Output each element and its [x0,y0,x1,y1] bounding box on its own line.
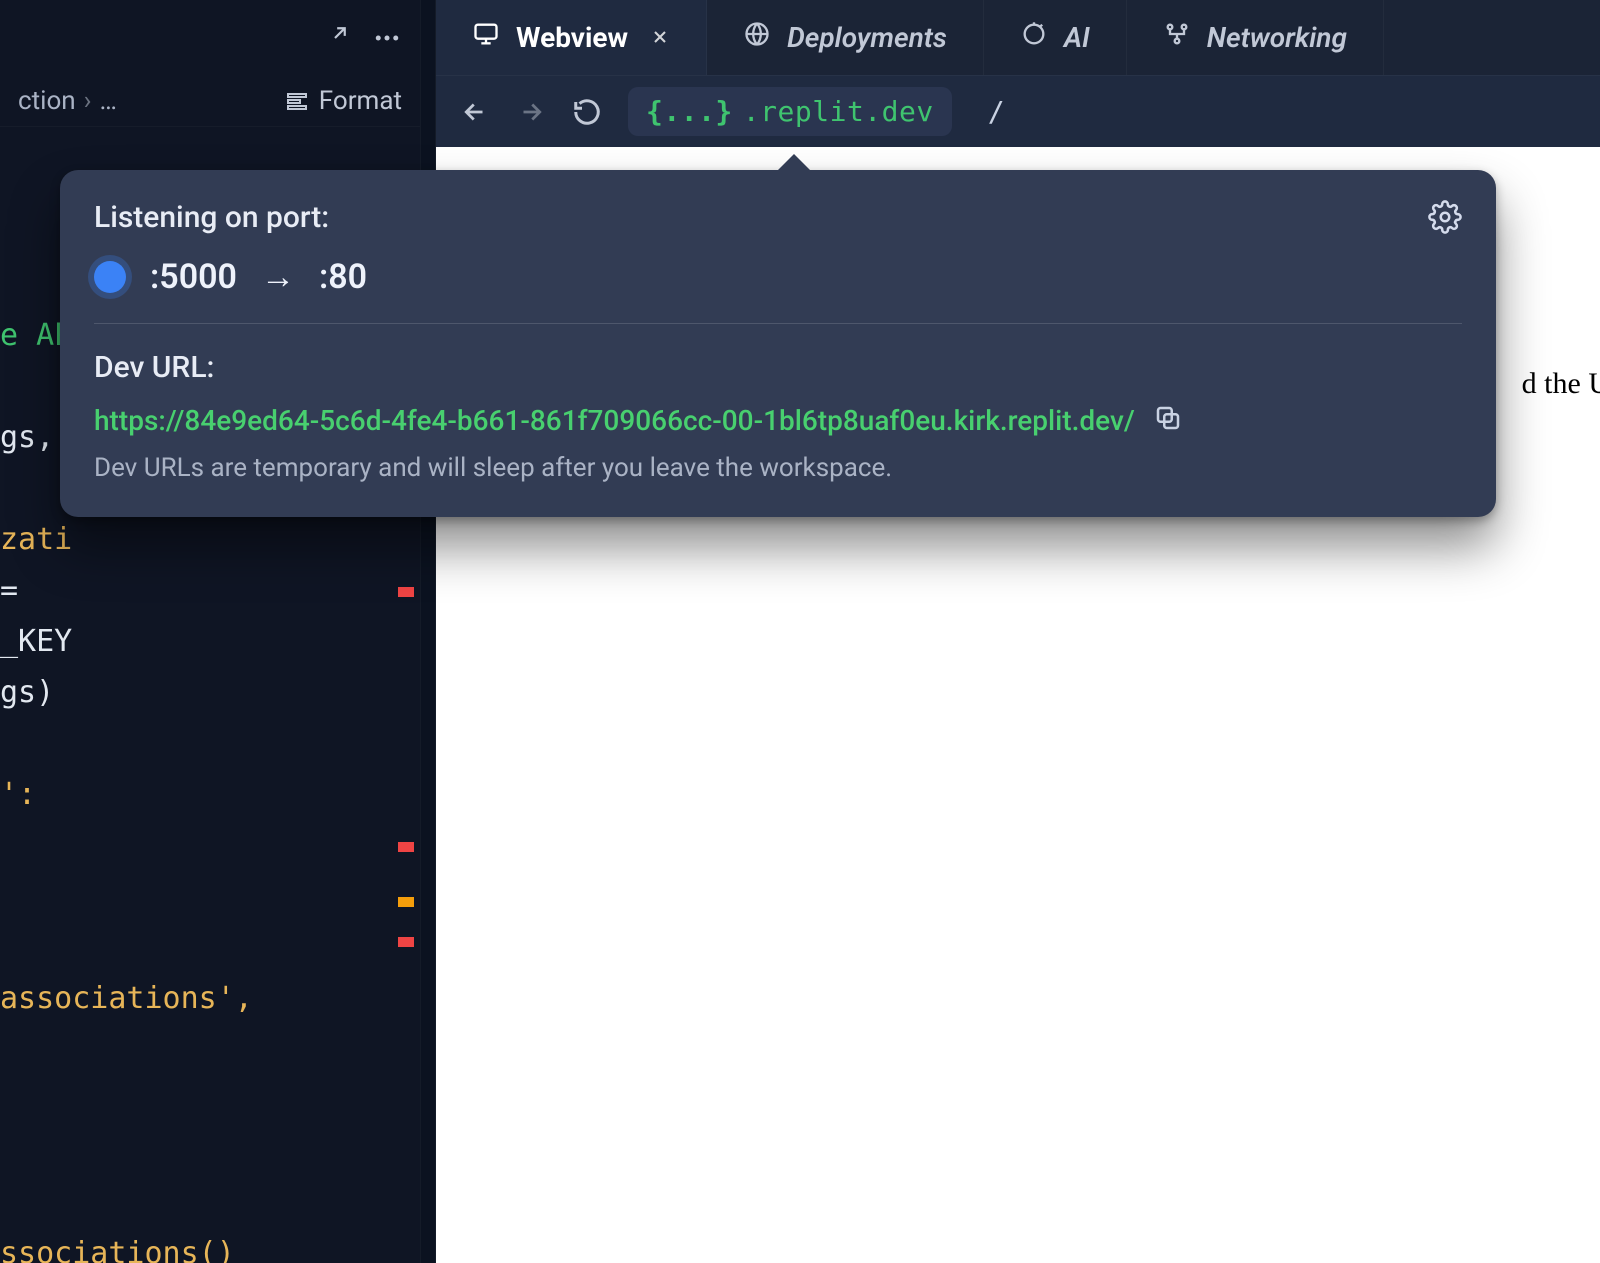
tab-deployments[interactable]: Deployments [707,0,984,75]
globe-icon [743,20,771,55]
format-button[interactable]: Format [285,86,402,116]
expand-icon[interactable] [322,25,348,51]
popover-note: Dev URLs are temporary and will sleep af… [94,453,1462,483]
url-path[interactable]: / [988,95,1005,128]
code-line: = [0,565,420,616]
tab-label: Networking [1207,21,1347,54]
dev-url-link[interactable]: https://84e9ed64-5c6d-4fe4-b661-861f7090… [94,404,1135,437]
tab-ai[interactable]: AI [984,0,1127,75]
code-line [0,922,420,973]
popover-divider [94,323,1462,324]
code-line [0,1024,420,1075]
port-mapping-row: :5000 → :80 [94,257,367,297]
monitor-icon [472,20,500,55]
url-host-chip[interactable]: {...} .replit.dev [628,87,952,136]
tab-label: Deployments [787,21,947,54]
port-from: :5000 [150,257,237,297]
code-line: associations', [0,973,420,1024]
url-chip-prefix: {...} [646,95,733,128]
url-chip-domain: .replit.dev [743,95,934,128]
gutter-error-mark [398,937,414,947]
popover-listening-label: Listening on port: [94,200,367,235]
gutter-error-mark [398,842,414,852]
port-popover: Listening on port: :5000 → :80 Dev URL: … [60,170,1496,517]
tab-label: Webview [516,21,628,54]
code-line: ssociations() [0,1228,420,1263]
copy-icon[interactable] [1153,403,1183,437]
tab-webview[interactable]: Webview [436,0,707,75]
popover-devurl-label: Dev URL: [94,350,1462,385]
back-button[interactable] [460,97,490,127]
gutter-warn-mark [398,897,414,907]
port-to: :80 [319,257,367,297]
editor-breadcrumb: ction › … Format [0,75,420,127]
breadcrumb-item[interactable]: ction [18,86,76,116]
code-line: zati [0,514,420,565]
gutter-error-mark [398,587,414,597]
tabs: Webview Deployments AI Networking [436,0,1600,75]
editor-topbar [0,0,420,75]
more-icon[interactable] [372,23,402,53]
tab-label: AI [1064,21,1090,54]
code-line [0,871,420,922]
code-line: gs) [0,667,420,718]
code-line [0,1177,420,1228]
gear-icon[interactable] [1428,200,1462,238]
breadcrumb-more[interactable]: … [99,86,116,116]
page-text-fragment: d the U [1522,367,1600,401]
status-dot-active [94,261,126,293]
webview-navbar: {...} .replit.dev / [436,75,1600,147]
close-icon[interactable] [650,21,670,54]
ai-icon [1020,20,1048,55]
format-label: Format [319,86,402,116]
arrow-right-icon: → [261,257,295,297]
code-line: ': [0,769,420,820]
network-icon [1163,20,1191,55]
reload-button[interactable] [572,97,602,127]
format-icon [285,89,309,113]
forward-button[interactable] [516,97,546,127]
code-line: _KEY [0,616,420,667]
tab-networking[interactable]: Networking [1127,0,1384,75]
code-line [0,718,420,769]
chevron-right-icon: › [84,86,92,116]
code-line [0,1075,420,1126]
code-line [0,1126,420,1177]
code-line [0,820,420,871]
